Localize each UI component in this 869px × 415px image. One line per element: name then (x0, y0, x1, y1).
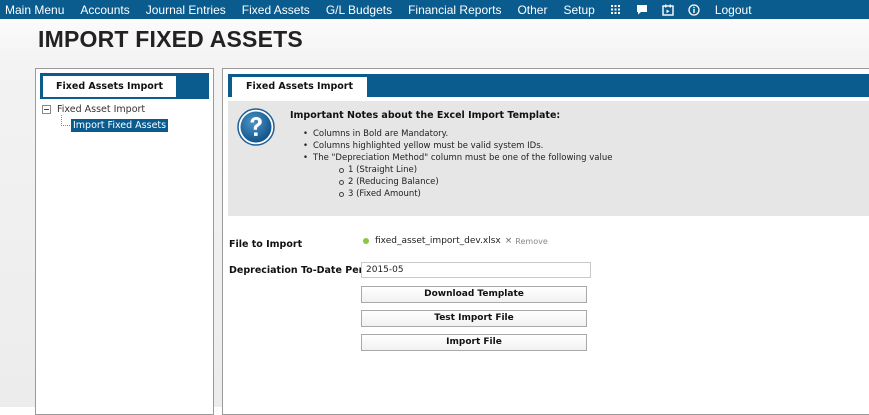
info-icon[interactable] (681, 0, 707, 19)
grid-icon[interactable] (603, 0, 629, 19)
download-template-button[interactable]: Download Template (361, 286, 587, 303)
file-name: fixed_asset_import_dev.xlsx (375, 236, 501, 246)
left-tab-strip: Fixed Assets Import (40, 73, 209, 99)
nav-fixed-assets[interactable]: Fixed Assets (234, 3, 318, 17)
nav-accounts[interactable]: Accounts (72, 3, 137, 17)
collapse-toggle-icon[interactable] (42, 104, 51, 114)
nav-setup[interactable]: Setup (555, 3, 602, 17)
nav-main-menu[interactable]: Main Menu (0, 3, 72, 17)
tree-root: Fixed Asset Import (42, 102, 145, 116)
notes-list: Columns in Bold are Mandatory. Columns h… (295, 128, 613, 200)
note-sub-item: 2 (Reducing Balance) (295, 176, 613, 188)
nav-financial-reports[interactable]: Financial Reports (400, 3, 509, 17)
notes-box: Important Notes about the Excel Import T… (228, 101, 869, 216)
left-panel: Fixed Assets Import Fixed Asset Import I… (35, 68, 214, 415)
status-dot-icon (363, 238, 369, 244)
page-title: IMPORT FIXED ASSETS (38, 26, 303, 52)
depreciation-period-input[interactable]: 2015-05 (361, 262, 591, 278)
note-sub-item: 3 (Fixed Amount) (295, 188, 613, 200)
import-file-button[interactable]: Import File (361, 334, 587, 351)
depreciation-period-label: Depreciation To-Date Period (229, 265, 380, 276)
note-item: Columns highlighted yellow must be valid… (295, 140, 613, 152)
tree-root-label[interactable]: Fixed Asset Import (57, 104, 145, 115)
remove-link[interactable]: Remove (515, 237, 547, 246)
nav-journal-entries[interactable]: Journal Entries (138, 3, 234, 17)
chat-icon[interactable] (629, 0, 655, 19)
tree-connector (61, 115, 70, 126)
notes-title: Important Notes about the Excel Import T… (290, 110, 561, 121)
remove-x-icon[interactable]: × (505, 236, 513, 246)
nav-gl-budgets[interactable]: G/L Budgets (318, 3, 400, 17)
nav-logout[interactable]: Logout (707, 3, 760, 17)
tree-item-import-fixed-assets[interactable]: Import Fixed Assets (71, 119, 169, 132)
tab-fixed-assets-import[interactable]: Fixed Assets Import (232, 77, 368, 97)
top-navigation-bar: Main Menu Accounts Journal Entries Fixed… (0, 0, 869, 19)
uploaded-file: fixed_asset_import_dev.xlsx × Remove (363, 236, 548, 246)
note-sub-item: 1 (Straight Line) (295, 164, 613, 176)
nav-other[interactable]: Other (509, 3, 555, 17)
note-item: Columns in Bold are Mandatory. (295, 128, 613, 140)
note-item: The "Depreciation Method" column must be… (295, 152, 613, 164)
file-to-import-label: File to Import (229, 239, 303, 250)
right-tab-strip: Fixed Assets Import (228, 74, 869, 97)
question-help-icon (236, 107, 276, 151)
tab-fixed-assets-import-left[interactable]: Fixed Assets Import (43, 76, 177, 97)
calendar-icon[interactable] (655, 0, 681, 19)
tree-view: Fixed Asset Import Import Fixed Assets (42, 102, 169, 132)
right-panel: Fixed Assets Import Important Notes abou… (222, 68, 869, 415)
test-import-file-button[interactable]: Test Import File (361, 310, 587, 327)
